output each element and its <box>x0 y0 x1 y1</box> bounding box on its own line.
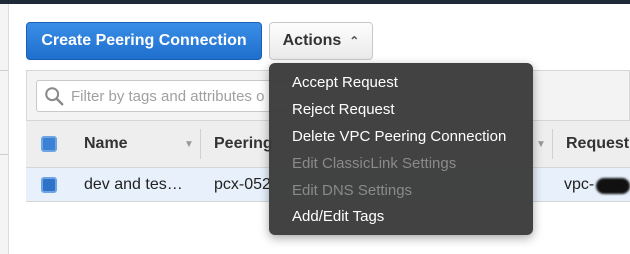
left-nav-edge <box>0 4 9 254</box>
column-header-requester[interactable]: Request <box>566 121 629 167</box>
column-header-peering[interactable]: Peering <box>214 121 273 167</box>
menu-item-delete-peering[interactable]: Delete VPC Peering Connection <box>292 128 506 145</box>
menu-item-edit-classiclink: Edit ClassicLink Settings <box>292 155 457 172</box>
menu-item-accept-request[interactable]: Accept Request <box>292 74 398 91</box>
sort-caret-icon[interactable]: ▼ <box>184 139 194 150</box>
actions-dropdown-menu: Accept Request Reject Request Delete VPC… <box>269 63 533 235</box>
sort-caret-icon[interactable]: ▼ <box>536 139 546 150</box>
cell-requester-vpc: vpc- <box>564 176 595 193</box>
create-peering-connection-button[interactable]: Create Peering Connection <box>26 22 262 60</box>
top-bar <box>0 0 630 4</box>
row-checkbox[interactable] <box>41 177 57 193</box>
redaction-mark <box>596 178 630 194</box>
column-divider <box>552 129 553 159</box>
menu-item-reject-request[interactable]: Reject Request <box>292 101 395 118</box>
divider <box>0 154 8 155</box>
column-header-name[interactable]: Name <box>84 121 128 167</box>
menu-item-add-edit-tags[interactable]: Add/Edit Tags <box>292 208 384 225</box>
actions-button[interactable]: Actions ⌃ <box>269 22 373 60</box>
cell-peering-id: pcx-052 <box>214 176 271 193</box>
column-label: Name <box>84 135 128 152</box>
column-label: Peering <box>214 135 273 152</box>
column-label: Request <box>566 135 630 152</box>
column-divider <box>200 129 201 159</box>
cell-name: dev and tes… <box>84 176 183 193</box>
menu-item-edit-dns: Edit DNS Settings <box>292 182 413 199</box>
select-all-checkbox[interactable] <box>41 136 57 152</box>
chevron-up-icon: ⌃ <box>349 34 360 48</box>
actions-label: Actions <box>282 32 342 49</box>
search-icon <box>45 87 64 106</box>
divider <box>0 70 8 71</box>
